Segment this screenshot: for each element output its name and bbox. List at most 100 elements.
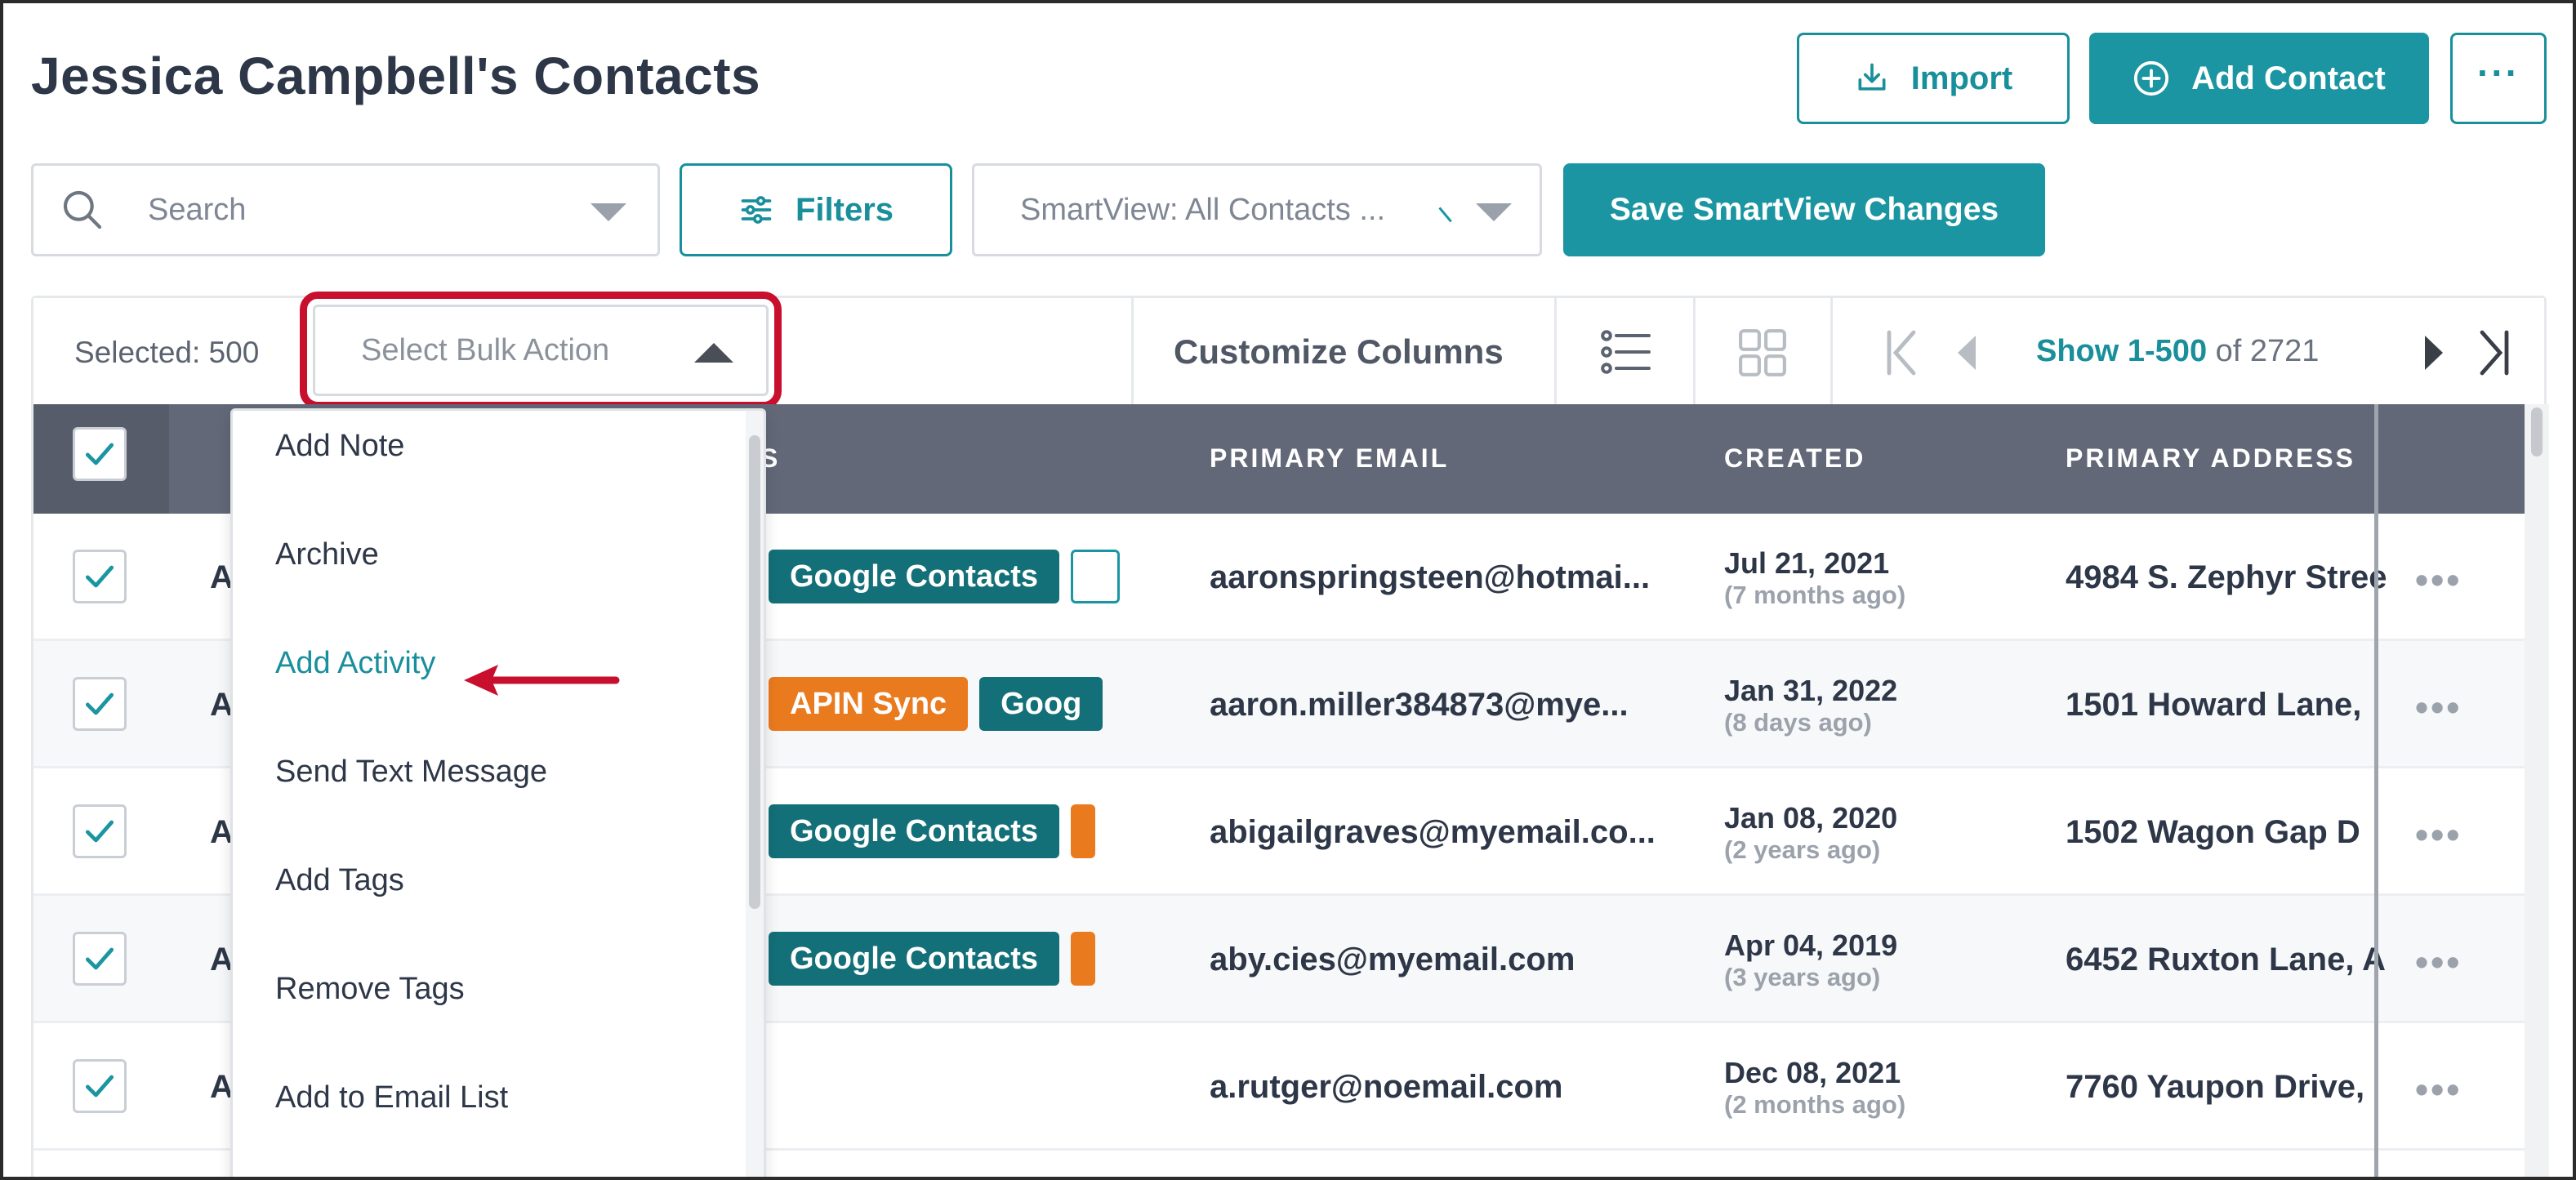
tag-badge[interactable]: APIN Sync bbox=[769, 677, 969, 731]
tag-badge[interactable]: Google Contacts bbox=[769, 932, 1060, 986]
tag-badge[interactable] bbox=[1071, 932, 1096, 986]
row-checkbox[interactable] bbox=[73, 677, 127, 731]
tag-list: APIN Sync Goog bbox=[742, 677, 1138, 731]
row-checkbox[interactable] bbox=[73, 1059, 127, 1113]
customize-columns-button[interactable]: Customize Columns bbox=[1174, 332, 1504, 372]
row-checkbox[interactable] bbox=[73, 804, 127, 858]
column-header-created[interactable]: CREATED bbox=[1724, 443, 1865, 474]
callout-arrow-icon bbox=[464, 665, 620, 696]
menu-item-remove-tags[interactable]: Remove Tags bbox=[275, 972, 465, 1007]
grid-icon[interactable] bbox=[1737, 327, 1788, 378]
toolbar-divider bbox=[1830, 298, 1833, 404]
list-icon[interactable] bbox=[1600, 327, 1652, 376]
created-relative: (8 days ago) bbox=[1724, 708, 1872, 737]
smartview-value: SmartView: All Contacts ... bbox=[1020, 192, 1386, 227]
search-input[interactable]: Search bbox=[31, 163, 660, 256]
page-title: Jessica Campbell's Contacts bbox=[31, 47, 761, 105]
tag-badge[interactable] bbox=[1071, 550, 1121, 603]
check-icon bbox=[85, 565, 114, 588]
prev-page-icon[interactable] bbox=[1953, 332, 1982, 373]
check-icon bbox=[85, 820, 114, 843]
tag-list: Google Contacts bbox=[742, 804, 1138, 858]
search-placeholder: Search bbox=[148, 192, 247, 227]
primary-email: aaron.miller384873@mye... bbox=[1210, 687, 1629, 723]
scrollbar-thumb[interactable] bbox=[2531, 407, 2543, 456]
primary-address: 1501 Howard Lane, bbox=[2066, 687, 2362, 723]
selected-count: Selected: 500 bbox=[74, 336, 260, 369]
column-header-primary-address[interactable]: PRIMARY ADDRESS bbox=[2066, 443, 2355, 474]
smartview-select[interactable]: SmartView: All Contacts ... bbox=[972, 163, 1542, 256]
created-date: Jan 08, 2020 bbox=[1724, 801, 1898, 835]
table-scrollbar[interactable] bbox=[2525, 404, 2549, 1177]
tag-badge[interactable]: Google Contacts bbox=[769, 550, 1060, 603]
filters-button[interactable]: Filters bbox=[680, 163, 952, 256]
tag-badge[interactable]: Google Contacts bbox=[769, 804, 1060, 858]
tag-badge[interactable] bbox=[1071, 804, 1096, 858]
menu-item-add-to-email-list[interactable]: Add to Email List bbox=[275, 1080, 508, 1115]
check-icon bbox=[85, 947, 114, 970]
created-date: Apr 04, 2019 bbox=[1724, 928, 1898, 962]
created-relative: (2 years ago) bbox=[1724, 835, 1881, 864]
created-relative: (7 months ago) bbox=[1724, 581, 1906, 609]
save-smartview-button[interactable]: Save SmartView Changes bbox=[1563, 163, 2045, 256]
select-all-checkbox[interactable] bbox=[73, 427, 127, 481]
primary-email: aaronspringsteen@hotmai... bbox=[1210, 559, 1651, 595]
primary-address: 1502 Wagon Gap D bbox=[2066, 814, 2360, 850]
menu-scrollbar[interactable] bbox=[746, 411, 764, 1177]
save-smartview-label: Save SmartView Changes bbox=[1609, 192, 1999, 227]
magnifier-icon bbox=[63, 190, 102, 229]
import-label: Import bbox=[1910, 60, 2013, 96]
row-checkbox[interactable] bbox=[73, 932, 127, 986]
toolbar-divider bbox=[1693, 298, 1696, 404]
smartview-clear-icon[interactable] bbox=[1438, 202, 1458, 223]
more-actions-button[interactable]: ··· bbox=[2450, 33, 2547, 124]
menu-item-add-activity[interactable]: Add Activity bbox=[275, 646, 435, 681]
row-more-icon[interactable]: ••• bbox=[2415, 940, 2462, 984]
menu-item-add-note[interactable]: Add Note bbox=[275, 429, 404, 464]
check-icon bbox=[85, 692, 114, 715]
smartview-chevron-icon[interactable] bbox=[1476, 203, 1512, 221]
first-page-icon[interactable] bbox=[1884, 327, 1920, 378]
check-icon bbox=[85, 1075, 114, 1098]
column-header-primary-email[interactable]: PRIMARY EMAIL bbox=[1210, 443, 1449, 474]
download-tray-icon bbox=[1858, 63, 1886, 91]
callout-highlight-box bbox=[300, 292, 782, 409]
row-more-icon[interactable]: ••• bbox=[2415, 685, 2462, 729]
more-dots-icon: ··· bbox=[2477, 51, 2520, 94]
primary-email: a.rutger@noemail.com bbox=[1210, 1069, 1563, 1105]
search-dropdown-chevron-icon[interactable] bbox=[591, 203, 626, 221]
menu-item-add-tags[interactable]: Add Tags bbox=[275, 863, 404, 898]
plus-circle-icon bbox=[2134, 60, 2169, 96]
row-more-icon[interactable]: ••• bbox=[2415, 558, 2462, 602]
menu-scrollbar-thumb[interactable] bbox=[749, 435, 760, 909]
primary-email: aby.cies@myemail.com bbox=[1210, 942, 1575, 977]
menu-item-send-text-message[interactable]: Send Text Message bbox=[275, 755, 547, 790]
menu-item-archive[interactable]: Archive bbox=[275, 537, 379, 572]
row-more-icon[interactable]: ••• bbox=[2415, 1067, 2462, 1111]
next-page-icon[interactable] bbox=[2418, 332, 2448, 373]
row-more-icon[interactable]: ••• bbox=[2415, 813, 2462, 857]
tag-badge[interactable]: Goog bbox=[979, 677, 1103, 731]
created-date: Jan 31, 2022 bbox=[1724, 674, 1898, 707]
sliders-icon bbox=[741, 196, 772, 224]
primary-address: 6452 Ruxton Lane, A bbox=[2066, 942, 2386, 977]
check-icon bbox=[85, 443, 114, 465]
last-page-icon[interactable] bbox=[2476, 327, 2511, 378]
tag-list: Google Contacts bbox=[742, 932, 1138, 986]
tag-list: Google Contacts bbox=[742, 550, 1138, 603]
created-relative: (3 years ago) bbox=[1724, 963, 1881, 991]
filters-label: Filters bbox=[795, 191, 894, 228]
import-button[interactable]: Import bbox=[1797, 33, 2070, 124]
row-checkbox[interactable] bbox=[73, 550, 127, 603]
pager-status: Show 1-500 of 2721 bbox=[2036, 334, 2319, 369]
add-contact-button[interactable]: Add Contact bbox=[2089, 33, 2429, 124]
column-resize-handle[interactable] bbox=[2374, 404, 2378, 1177]
table-toolbar: Selected: 500 Select Bulk Action Customi… bbox=[33, 292, 2544, 409]
pager-range: Show 1-500 bbox=[2036, 334, 2208, 368]
pager-total: of 2721 bbox=[2215, 334, 2320, 368]
created-date: Jul 21, 2021 bbox=[1724, 546, 1890, 580]
primary-address: 4984 S. Zephyr Stree bbox=[2066, 559, 2387, 595]
screen: Jessica Campbell's Contacts Import Add C… bbox=[0, 0, 2576, 1180]
created-date: Dec 08, 2021 bbox=[1724, 1056, 1901, 1089]
primary-email: abigailgraves@myemail.co... bbox=[1210, 814, 1656, 850]
